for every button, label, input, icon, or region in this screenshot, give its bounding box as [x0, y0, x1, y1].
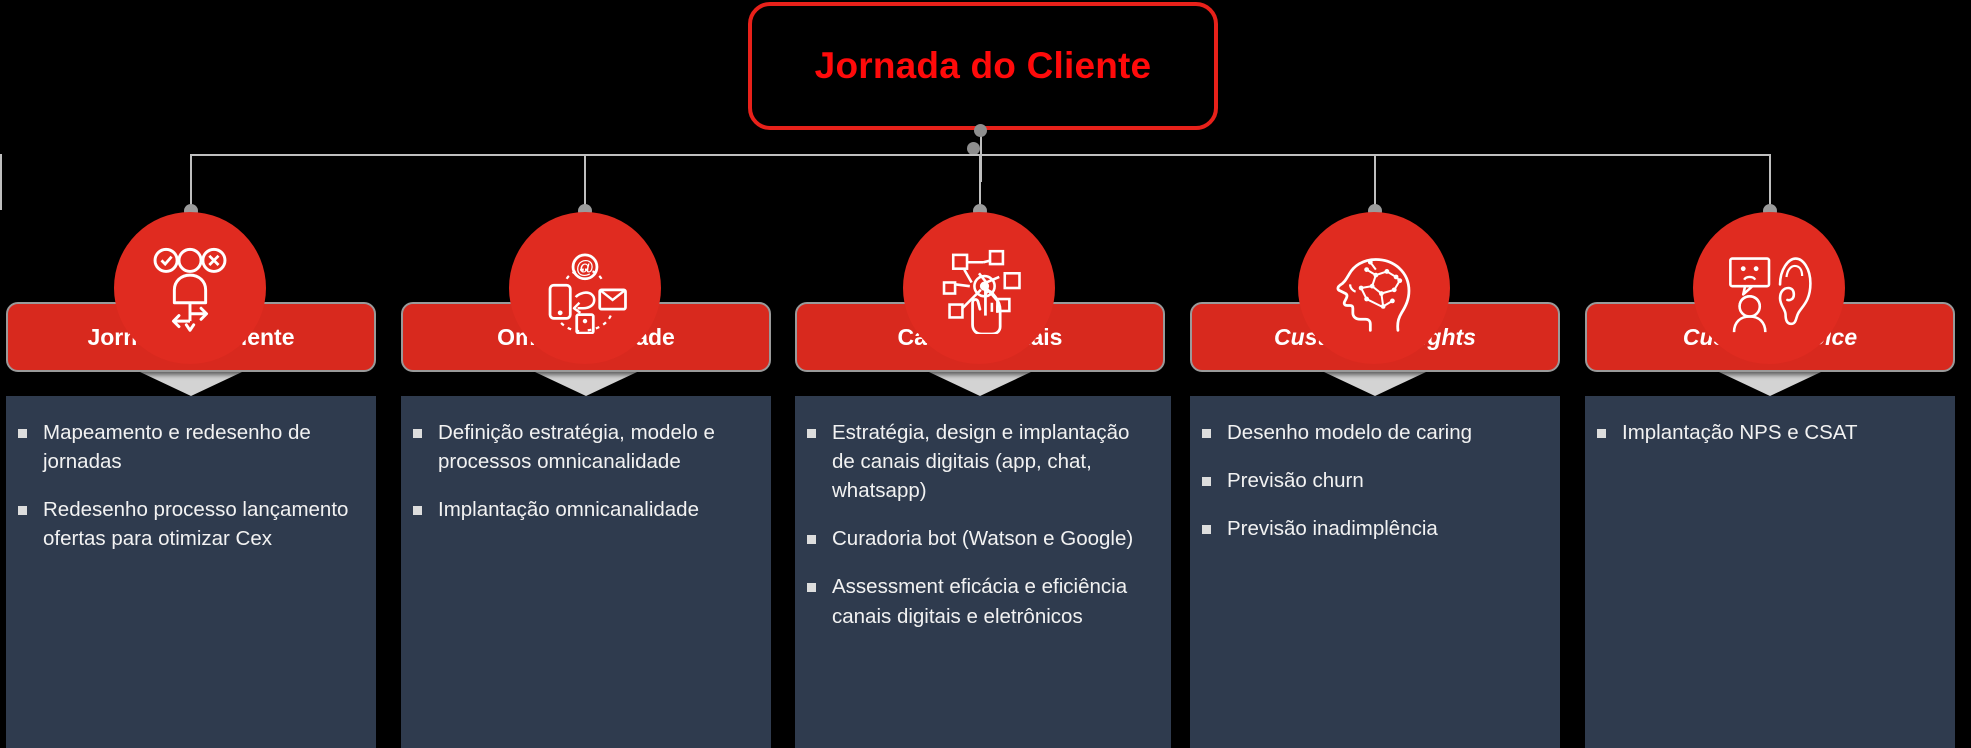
list-item: Redesenho processo lançamento ofertas pa… — [18, 495, 360, 553]
bullet-text: Assessment eficácia e eficiência canais … — [832, 575, 1128, 628]
list-item: Mapeamento e redesenho de jornadas — [18, 418, 360, 476]
person-approve-reject-flow-icon — [114, 212, 266, 364]
bullet-square-icon — [807, 429, 816, 438]
list-item: Previsão inadimplência — [1202, 514, 1544, 543]
bullet-text: Previsão inadimplência — [1227, 517, 1438, 541]
column-jornada-do-cliente: Jornada do Cliente Mapeamento e redesenh… — [2, 0, 379, 748]
bullet-list-2: Definição estratégia, modelo e processos… — [413, 418, 755, 524]
column-customer-insights: Customer Insights Desenho modelo de cari… — [1186, 0, 1563, 748]
bullet-text: Definição estratégia, modelo e processos… — [438, 421, 715, 474]
bullet-square-icon — [413, 506, 422, 516]
panel-omnicanalidade: Definição estratégia, modelo e processos… — [401, 396, 771, 748]
bullet-square-icon — [1597, 429, 1606, 438]
column-canais-digitais: Canais Digitais Estratégia, design e imp… — [791, 0, 1171, 748]
bullet-text: Implantação omnicanalidade — [438, 498, 699, 522]
list-item: Desenho modelo de caring — [1202, 418, 1544, 447]
feedback-ear-listening-icon — [1693, 212, 1845, 364]
bullet-list-5: Implantação NPS e CSAT — [1597, 418, 1939, 447]
list-item: Estratégia, design e implantação de cana… — [807, 418, 1155, 505]
bullet-text: Implantação NPS e CSAT — [1622, 421, 1858, 444]
list-item: Assessment eficácia e eficiência canais … — [807, 572, 1155, 630]
bullet-text: Curadoria bot (Watson e Google) — [832, 527, 1134, 551]
list-item: Previsão churn — [1202, 466, 1544, 495]
multichannel-phone-email-icon: @ — [509, 212, 661, 364]
list-item: Curadoria bot (Watson e Google) — [807, 524, 1155, 553]
bullet-list-1: Mapeamento e redesenho de jornadas Redes… — [18, 418, 360, 553]
svg-text:@: @ — [576, 256, 595, 277]
bullet-square-icon — [413, 429, 422, 438]
panel-jornada-do-cliente: Mapeamento e redesenho de jornadas Redes… — [6, 396, 376, 748]
column-omnicanalidade: @ Omnicanalidade — [397, 0, 774, 748]
panel-customer-insights: Desenho modelo de caring Previsão churn … — [1190, 396, 1560, 748]
bullet-list-4: Desenho modelo de caring Previsão churn … — [1202, 418, 1544, 543]
bullet-square-icon — [18, 506, 27, 516]
panel-canais-digitais: Estratégia, design e implantação de cana… — [795, 396, 1171, 748]
bullet-text: Redesenho processo lançamento ofertas pa… — [43, 498, 349, 551]
bullet-square-icon — [1202, 477, 1211, 487]
bullet-square-icon — [807, 583, 816, 593]
list-item: Implantação omnicanalidade — [413, 495, 755, 524]
panel-customer-voice: Implantação NPS e CSAT — [1585, 396, 1955, 748]
brain-neural-network-icon — [1298, 212, 1450, 364]
bullet-list-3: Estratégia, design e implantação de cana… — [807, 418, 1155, 631]
bullet-square-icon — [1202, 525, 1211, 535]
bullet-text: Estratégia, design e implantação de cana… — [832, 421, 1130, 503]
list-item: Definição estratégia, modelo e processos… — [413, 418, 755, 476]
bullet-text: Previsão churn — [1227, 469, 1364, 493]
bullet-square-icon — [807, 535, 816, 545]
bullet-square-icon — [18, 429, 27, 438]
bullet-text: Desenho modelo de caring — [1227, 421, 1473, 444]
bullet-text: Mapeamento e redesenho de jornadas — [43, 421, 311, 474]
column-customer-voice: Customer Voice Implantação NPS e CSAT — [1581, 0, 1958, 748]
bullet-square-icon — [1202, 429, 1211, 438]
list-item: Implantação NPS e CSAT — [1597, 418, 1939, 447]
diagram-canvas: Jornada do Cliente Cliente Mapeamento e … — [0, 0, 1971, 748]
hand-touch-network-icon — [903, 212, 1055, 364]
